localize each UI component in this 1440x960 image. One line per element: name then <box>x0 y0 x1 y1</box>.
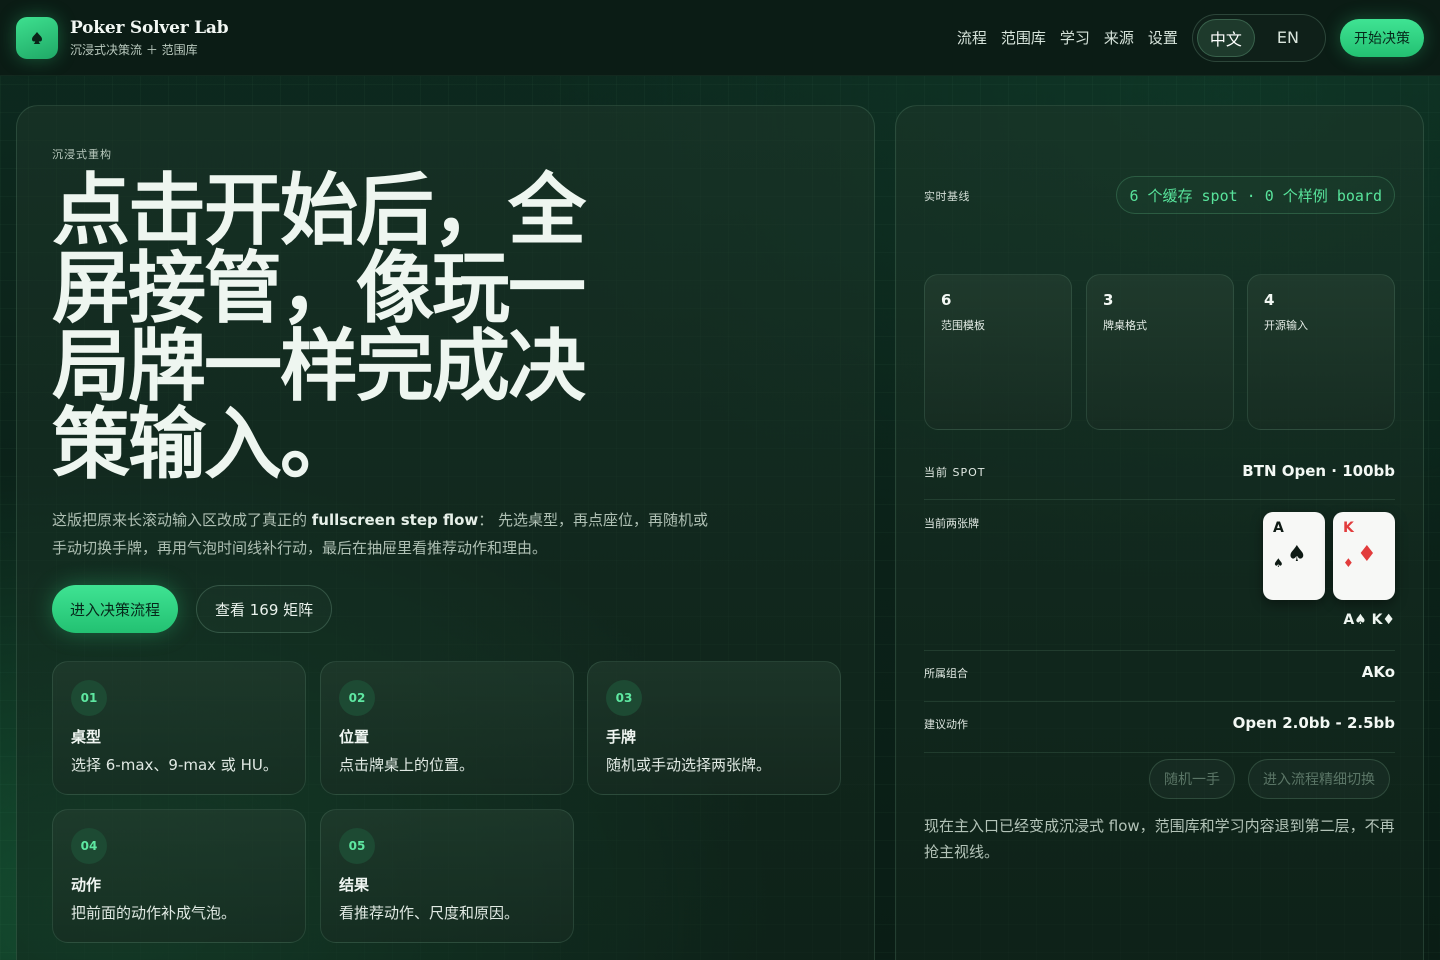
step-title: 位置 <box>339 728 370 746</box>
random-hand-button[interactable]: 随机一手 <box>1149 759 1235 799</box>
step-title: 手牌 <box>606 728 637 746</box>
step-number: 05 <box>339 828 375 864</box>
step-number: 01 <box>71 680 107 716</box>
stat-number: 4 <box>1264 291 1275 309</box>
diamond-suit-icon: ♦ <box>1357 542 1377 567</box>
step-card-table[interactable]: 01 桌型 选择 6-max、9-max 或 HU。 <box>52 661 306 795</box>
current-spot-value: BTN Open · 100bb <box>1242 462 1395 480</box>
hero-eyebrow: 沉浸式重构 <box>52 148 112 161</box>
nav-range-library[interactable]: 范围库 <box>1001 27 1046 48</box>
step-card-position[interactable]: 02 位置 点击牌桌上的位置。 <box>320 661 574 795</box>
step-text: 把前面的动作补成气泡。 <box>71 904 237 922</box>
divider <box>924 752 1395 753</box>
divider <box>924 650 1395 651</box>
current-spot-label: 当前 SPOT <box>924 466 986 479</box>
spade-suit-icon: ♠ <box>1287 542 1307 567</box>
nav-sources[interactable]: 来源 <box>1104 27 1134 48</box>
enter-flow-button[interactable]: 进入决策流程 <box>52 585 179 633</box>
stat-label: 范围模板 <box>941 319 985 332</box>
panel-note: 现在主入口已经变成沉浸式 flow，范围库和学习内容退到第二层，不再抢主视线。 <box>924 817 1395 861</box>
step-card-action[interactable]: 04 动作 把前面的动作补成气泡。 <box>52 809 306 943</box>
hole-cards-label: 当前两张牌 <box>924 517 979 530</box>
step-title: 桌型 <box>71 728 102 746</box>
stat-number: 6 <box>941 291 952 309</box>
brand-title: Poker Solver Lab <box>70 17 229 38</box>
main-nav: 流程 范围库 学习 来源 设置 中文 EN 开始决策 <box>957 13 1424 62</box>
lang-zh-button[interactable]: 中文 <box>1196 18 1255 57</box>
top-bar: Poker Solver Lab 沉浸式决策流 ＋ 范围库 流程 范围库 学习 … <box>0 0 1440 76</box>
stat-card-range-templates: 6 范围模板 <box>924 274 1072 430</box>
divider <box>924 499 1395 500</box>
nav-flow[interactable]: 流程 <box>957 27 987 48</box>
suggested-action-value: Open 2.0bb - 2.5bb <box>1232 714 1395 732</box>
step-title: 动作 <box>71 876 102 894</box>
nav-learn[interactable]: 学习 <box>1060 27 1090 48</box>
hand-text: A♠ K♦ <box>1343 612 1395 628</box>
hero-desc-start: 这版把原来长滚动输入区改成了真正的 <box>52 511 312 529</box>
nav-settings[interactable]: 设置 <box>1148 27 1178 48</box>
divider <box>924 701 1395 702</box>
lang-en-button[interactable]: EN <box>1255 19 1321 57</box>
step-text: 选择 6-max、9-max 或 HU。 <box>71 756 278 774</box>
step-number: 04 <box>71 828 107 864</box>
stat-card-open-inputs: 4 开源输入 <box>1247 274 1395 430</box>
stat-label: 牌桌格式 <box>1103 319 1147 332</box>
spade-icon <box>32 31 42 44</box>
step-text: 看推荐动作、尺度和原因。 <box>339 904 520 922</box>
step-number: 03 <box>606 680 642 716</box>
refine-flow-button[interactable]: 进入流程精细切换 <box>1248 759 1390 799</box>
step-title: 结果 <box>339 876 370 894</box>
hero-headline: 点击开始后，全屏接管，像玩一局牌一样完成决策输入。 <box>52 166 586 490</box>
stat-card-table-formats: 3 牌桌格式 <box>1086 274 1234 430</box>
start-decision-button[interactable]: 开始决策 <box>1340 18 1424 57</box>
diamond-suit-small-icon: ♦ <box>1343 556 1354 570</box>
stat-label: 开源输入 <box>1264 319 1308 332</box>
combo-value: AKo <box>1361 663 1395 681</box>
stat-number: 3 <box>1103 291 1114 309</box>
step-card-result[interactable]: 05 结果 看推荐动作、尺度和原因。 <box>320 809 574 943</box>
brand-subtitle: 沉浸式决策流 ＋ 范围库 <box>70 42 198 57</box>
combo-label: 所属组合 <box>924 667 968 680</box>
live-baseline-panel: 实时基线 6 个缓存 spot · 0 个样例 board 6 范围模板 3 牌… <box>895 105 1424 960</box>
language-switch: 中文 EN <box>1191 13 1326 62</box>
hole-card-king-diamonds: K ♦ ♦ <box>1333 512 1395 600</box>
step-text: 随机或手动选择两张牌。 <box>606 756 772 774</box>
step-number: 02 <box>339 680 375 716</box>
hero-panel: 沉浸式重构 点击开始后，全屏接管，像玩一局牌一样完成决策输入。 这版把原来长滚动… <box>16 105 875 960</box>
suggested-action-label: 建议动作 <box>924 718 968 731</box>
step-text: 点击牌桌上的位置。 <box>339 756 475 774</box>
step-card-hand[interactable]: 03 手牌 随机或手动选择两张牌。 <box>587 661 841 795</box>
card-rank: A <box>1273 520 1284 536</box>
hero-desc-bold: fullscreen step flow <box>311 511 479 529</box>
view-matrix-button[interactable]: 查看 169 矩阵 <box>196 585 333 633</box>
baseline-status-badge: 6 个缓存 spot · 0 个样例 board <box>1116 176 1395 214</box>
spade-logo-icon[interactable] <box>16 16 58 59</box>
brand: Poker Solver Lab 沉浸式决策流 ＋ 范围库 <box>70 17 229 58</box>
hole-card-ace-spades: A ♠ ♠ <box>1263 512 1325 600</box>
card-rank: K <box>1343 520 1354 536</box>
spade-suit-small-icon: ♠ <box>1273 556 1284 570</box>
baseline-label: 实时基线 <box>924 190 970 203</box>
hero-description: 这版把原来长滚动输入区改成了真正的 fullscreen step flow： … <box>52 506 712 562</box>
